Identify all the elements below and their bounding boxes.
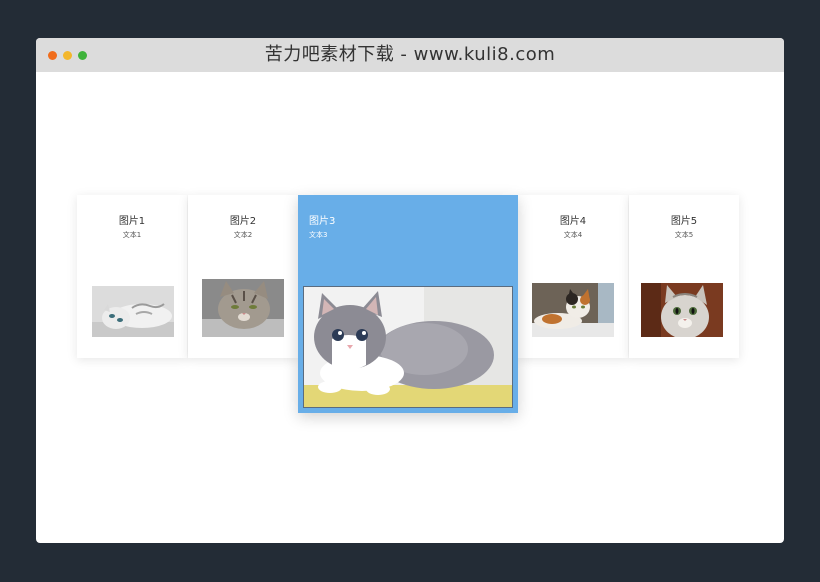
slide-title: 图片2 [229,216,257,227]
slide-title: 图片1 [118,216,146,227]
slide-card-4[interactable]: 图片4 文本4 [518,195,628,358]
gray-kitten-photo [303,286,513,408]
slide-title: 图片5 [670,216,698,227]
title-bar: 苦力吧素材下载 - www.kuli8.com [36,38,784,72]
slide-subtitle: 文本1 [122,231,142,239]
silver-cat-photo [641,283,723,337]
slider-area: 图片1 文本1 图片2 文本2 图片4 文本4 图片5 文本5 图片3 文本3 [36,72,784,543]
calico-cat-photo [532,283,614,337]
browser-window: 苦力吧素材下载 - www.kuli8.com 图片1 文本1 图片2 文本2 … [36,38,784,543]
slide-subtitle: 文本5 [674,231,694,239]
slide-card-2[interactable]: 图片2 文本2 [188,195,298,358]
slide-title: 图片3 [309,216,336,227]
slide-card-5[interactable]: 图片5 文本5 [629,195,739,358]
window-title: 苦力吧素材下载 - www.kuli8.com [264,44,556,65]
slide-subtitle: 文本2 [233,231,253,239]
slide-title: 图片4 [559,216,587,227]
slide-card-1[interactable]: 图片1 文本1 [77,195,187,358]
cat-lying-photo [92,286,174,337]
slide-subtitle: 文本4 [563,231,583,239]
slide-card-3-active[interactable]: 图片3 文本3 [298,195,518,413]
tabby-cat-photo [202,279,284,337]
slide-subtitle: 文本3 [309,231,328,239]
